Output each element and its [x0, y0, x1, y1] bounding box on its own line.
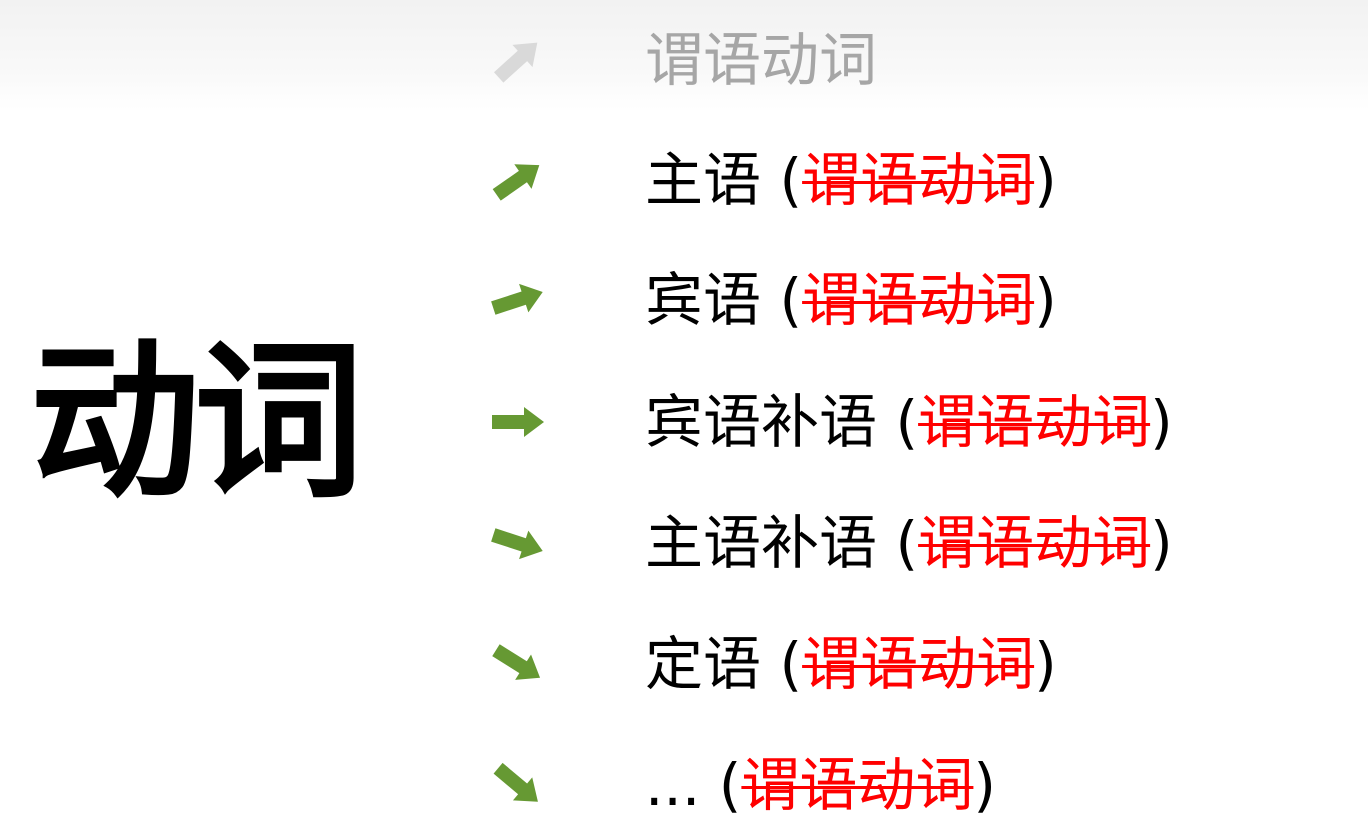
struck-text: 谓语动词	[802, 630, 1035, 698]
list-item: 宾语补语 (谓语动词)	[0, 372, 1368, 472]
open-paren: (	[779, 146, 803, 214]
close-paren: )	[1034, 146, 1057, 214]
list-item: 主语补语 (谓语动词)	[0, 493, 1368, 593]
open-paren: (	[779, 266, 803, 334]
struck-text: 谓语动词	[918, 509, 1151, 577]
arrow-right-icon	[488, 396, 552, 448]
list-item-label: 主语 (谓语动词)	[645, 130, 1057, 230]
list-item: 谓语动词	[0, 10, 1368, 110]
struck-text: 谓语动词	[802, 266, 1035, 334]
open-paren: (	[779, 630, 803, 698]
close-paren: )	[1150, 388, 1173, 456]
item-name: ...	[645, 751, 701, 819]
struck-text: 谓语动词	[802, 146, 1035, 214]
list-item-label: 宾语补语 (谓语动词)	[645, 372, 1173, 472]
list-item: 宾语 (谓语动词)	[0, 250, 1368, 350]
list-item-label: 定语 (谓语动词)	[645, 614, 1057, 714]
item-name: 宾语	[645, 266, 762, 334]
open-paren: (	[895, 388, 919, 456]
arrow-down-right-icon	[488, 759, 552, 811]
struck-text: 谓语动词	[918, 388, 1151, 456]
arrow-down-right-icon	[488, 638, 552, 690]
list-item-label: 谓语动词	[645, 26, 878, 94]
close-paren: )	[973, 751, 997, 819]
close-paren: )	[1150, 509, 1173, 577]
close-paren: )	[1034, 266, 1057, 334]
item-name: 宾语补语	[645, 388, 878, 456]
list-item-label: ... (谓语动词)	[645, 735, 996, 835]
open-paren: (	[895, 509, 919, 577]
arrow-up-right-icon	[488, 154, 552, 206]
list-item: 定语 (谓语动词)	[0, 614, 1368, 714]
list-item-label: 宾语 (谓语动词)	[645, 250, 1057, 350]
list-item-label: 主语补语 (谓语动词)	[645, 493, 1173, 593]
arrow-slight-up-right-icon	[488, 274, 552, 326]
arrow-up-right-icon	[488, 34, 552, 86]
item-name: 定语	[645, 630, 762, 698]
open-paren: (	[718, 751, 742, 819]
item-name: 主语补语	[645, 509, 878, 577]
item-name: 主语	[645, 146, 762, 214]
close-paren: )	[1034, 630, 1057, 698]
list-item: 主语 (谓语动词)	[0, 130, 1368, 230]
arrow-slight-down-right-icon	[488, 517, 552, 569]
list-item: ... (谓语动词)	[0, 735, 1368, 835]
struck-text: 谓语动词	[741, 751, 974, 819]
